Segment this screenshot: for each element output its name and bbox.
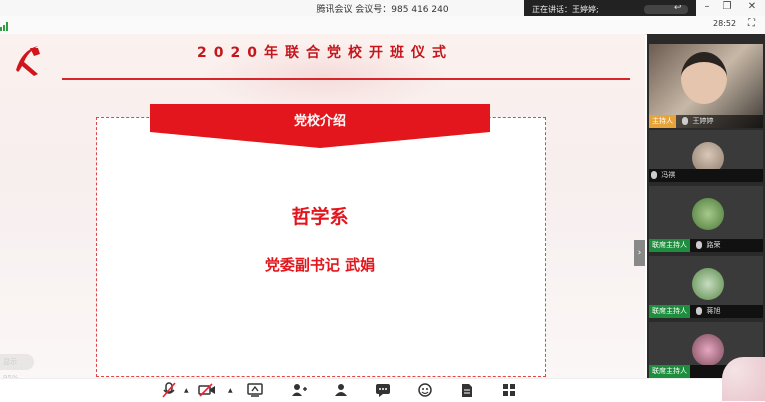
participant-name: 冯祺 [661,171,676,179]
party-emblem-icon [16,46,40,76]
participant-tile[interactable]: 冯祺 [649,130,763,182]
meeting-timer: 28:52 [713,19,737,28]
participant-name: 路荣 [706,241,721,249]
person-title: 党委副书记 武娟 [264,256,376,274]
content-box [96,117,546,377]
mic-icon [651,171,657,179]
mic-options-chevron-icon[interactable]: ▲ [184,387,189,394]
document-icon[interactable] [458,382,476,398]
participant-tile[interactable]: 主持人 王婷婷 [649,44,763,128]
zoom-chip[interactable]: 显示 95% [0,354,34,378]
cohost-tag: 联席主持人 [649,365,690,378]
back-icon[interactable]: ↩ [674,3,682,13]
cohost-tag: 联席主持人 [649,239,690,252]
fullscreen-icon[interactable]: ⛶ [748,18,755,29]
participant-tile[interactable]: 联席主持人 路荣 [649,186,763,252]
invite-icon[interactable] [290,382,308,398]
apps-icon[interactable] [500,382,518,398]
signal-strength-icon [0,22,8,31]
mic-icon [696,307,703,315]
host-tag: 主持人 [649,115,676,128]
avatar [692,198,724,230]
camera-muted-icon[interactable] [198,382,216,398]
expand-sidebar-button[interactable]: › [634,240,645,266]
participant-name: 蒋旭 [706,307,721,315]
title-divider [62,78,630,80]
avatar [692,334,724,366]
restore-icon[interactable]: ❐ [720,1,734,12]
reactions-icon[interactable] [416,382,434,398]
meeting-toolbar: ▲ ▲ [0,378,765,402]
minimize-icon[interactable]: – [700,1,714,12]
participants-sidebar: 主持人 王婷婷 冯祺 联席主持人 路荣 联席主持人 蒋旭 联席主持人 [647,34,765,378]
department-name: 哲学系 [291,206,349,228]
screen-share-icon[interactable] [246,382,264,398]
slide-title: 2020年联合党校开班仪式 [197,45,453,61]
chat-icon[interactable] [374,382,392,398]
close-icon[interactable]: ✕ [745,1,759,12]
camera-options-chevron-icon[interactable]: ▲ [228,387,233,394]
banner-label: 党校介绍 [293,114,346,129]
mic-icon [682,117,689,125]
speaking-label: 正在讲话：王婷婷; [532,5,599,14]
cohost-tag: 联席主持人 [649,305,690,318]
participant-name: 王婷婷 [692,117,714,125]
decorative-avatar [722,357,765,401]
shared-slide: 2020年联合党校开班仪式 党校介绍 哲学系 党委副书记 武娟 显示 95% › [0,34,645,378]
mic-icon [696,241,703,249]
status-bar: 28:52 ⛶ [0,16,765,35]
mic-muted-icon[interactable] [160,382,178,398]
participant-tile[interactable]: 联席主持人 蒋旭 [649,256,763,318]
avatar [692,268,724,300]
banner-arrow [150,132,490,148]
members-icon[interactable] [332,382,350,398]
